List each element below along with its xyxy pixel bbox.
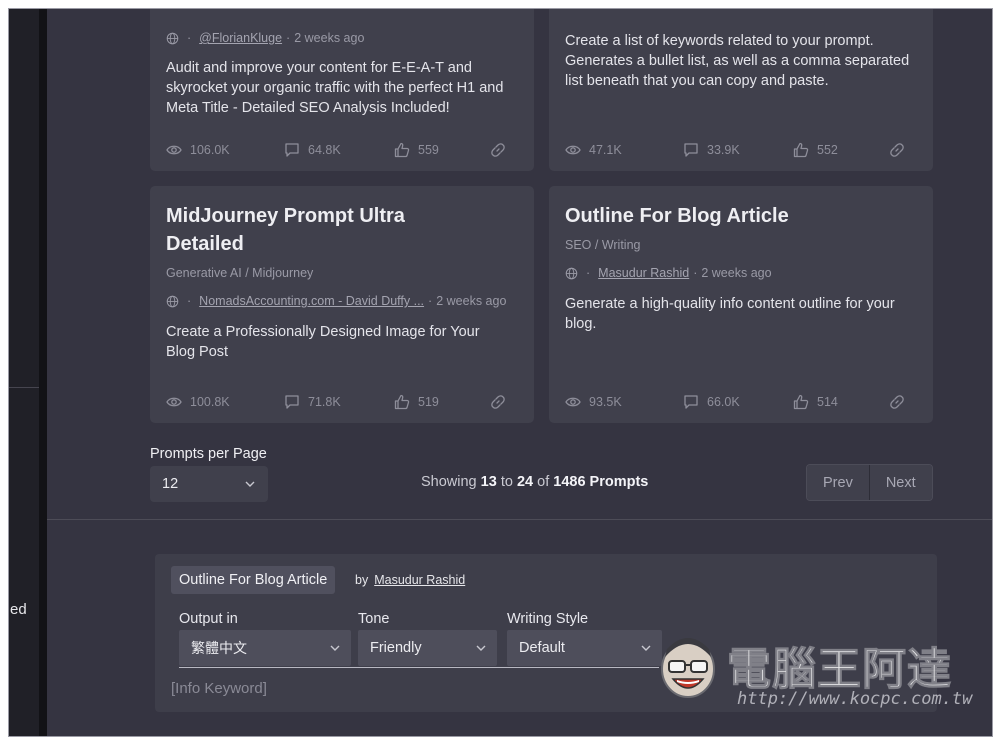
sidebar-item-label[interactable]: ed [10,601,27,618]
comments-stat: 33.9K [683,142,793,158]
card-meta: · NomadsAccounting.com - David Duffy ...… [166,294,506,308]
chevron-down-icon [245,481,255,487]
card-author-link[interactable]: NomadsAccounting.com - David Duffy ... [199,294,424,308]
comments-stat: 66.0K [683,394,793,410]
link-icon [491,395,505,409]
link-icon [890,143,904,157]
selected-prompt-chip[interactable]: Outline For Blog Article [171,566,336,594]
like-button[interactable]: 514 [793,394,883,410]
prompts-per-page-label: Prompts per Page [150,446,267,462]
watermark-text: 電腦王阿達 [727,644,952,696]
comments-stat: 71.8K [284,394,394,410]
showing-count: Showing 13 to 24 of 1486 Prompts [421,474,649,490]
card-description: Audit and improve your content for E-E-A… [166,60,504,116]
output-language-select[interactable]: 繁體中文 [179,630,351,666]
like-button[interactable]: 552 [793,142,883,158]
globe-icon [166,32,179,44]
section-divider [47,519,992,520]
card-title[interactable]: Outline For Blog Article [565,202,905,230]
prompt-author: by Masudur Rashid [355,573,466,587]
input-underline [179,667,659,668]
watermark: 電腦王阿達 http://www.kocpc.com.tw [657,625,973,715]
eye-icon [166,397,182,407]
prompt-input-placeholder[interactable]: [Info Keyword] [171,680,267,697]
chevron-down-icon [641,645,651,651]
globe-icon [565,267,578,279]
card-description: Create a list of keywords related to you… [565,33,910,89]
sidebar-scrollbar[interactable] [39,9,47,736]
views-stat: 100.8K [166,394,284,410]
comment-icon [684,395,698,409]
thumbs-up-icon [793,142,809,158]
copy-link-button[interactable] [889,142,913,158]
card-description: Create a Professionally Designed Image f… [166,324,480,360]
card-category: SEO / Writing [565,238,641,252]
prompts-per-page-select[interactable]: 12 [150,466,268,502]
prompt-card[interactable]: MidJourney Prompt Ultra Detailed Generat… [150,186,534,423]
prompt-card[interactable]: Outline For Blog Article SEO / Writing ·… [549,186,933,423]
card-title[interactable]: MidJourney Prompt Ultra Detailed [166,202,466,258]
card-stats: 93.5K 66.0K 514 [565,394,913,410]
prev-button[interactable]: Prev [807,465,869,500]
prompts-per-page-value: 12 [162,476,179,492]
comment-icon [285,395,299,409]
tone-label: Tone [358,611,390,627]
thumbs-up-icon [394,394,410,410]
card-stats: 100.8K 71.8K 519 [166,394,514,410]
chevron-down-icon [476,645,486,651]
comment-icon [684,143,698,157]
card-author-link[interactable]: @FlorianKluge [199,31,282,45]
like-button[interactable]: 519 [394,394,484,410]
copy-link-button[interactable] [490,142,514,158]
card-category: Generative AI / Midjourney [166,266,314,280]
comments-stat: 64.8K [284,142,394,158]
views-stat: 47.1K [565,142,683,158]
sidebar-divider [9,387,39,388]
eye-icon [565,397,581,407]
chevron-down-icon [330,645,340,651]
watermark-url: http://www.kocpc.com.tw [737,689,973,709]
link-icon [491,143,505,157]
mascot-face-icon [661,638,715,698]
writing-style-label: Writing Style [507,611,589,627]
card-time: 2 weeks ago [701,266,772,280]
card-meta: · @FlorianKluge · 2 weeks ago [166,31,364,45]
copy-link-button[interactable] [889,394,913,410]
copy-link-button[interactable] [490,394,514,410]
output-in-label: Output in [179,611,238,627]
tone-select[interactable]: Friendly [358,630,497,666]
card-description: Generate a high-quality info content out… [565,296,895,332]
eye-icon [166,145,182,155]
card-stats: 47.1K 33.9K 552 [565,142,913,158]
card-author-link[interactable]: Masudur Rashid [598,266,689,280]
link-icon [890,395,904,409]
card-meta: · Masudur Rashid · 2 weeks ago [565,266,772,280]
views-stat: 106.0K [166,142,284,158]
pager: Prev Next [806,464,933,501]
thumbs-up-icon [394,142,410,158]
sidebar: ed [9,9,47,736]
writing-style-select[interactable]: Default [507,630,662,666]
globe-icon [166,295,179,307]
app-frame: ed · @FlorianKluge · 2 weeks ago Audit a… [8,8,993,737]
card-time: 2 weeks ago [294,31,365,45]
prompt-card[interactable]: · @FlorianKluge · 2 weeks ago Audit and … [150,9,534,171]
like-button[interactable]: 559 [394,142,484,158]
card-stats: 106.0K 64.8K 559 [166,142,514,158]
prompt-card[interactable]: Create a list of keywords related to you… [549,9,933,171]
eye-icon [565,145,581,155]
prompt-author-link[interactable]: Masudur Rashid [374,573,465,587]
card-time: 2 weeks ago [436,294,507,308]
comment-icon [285,143,299,157]
next-button[interactable]: Next [868,465,932,500]
views-stat: 93.5K [565,394,683,410]
thumbs-up-icon [793,394,809,410]
